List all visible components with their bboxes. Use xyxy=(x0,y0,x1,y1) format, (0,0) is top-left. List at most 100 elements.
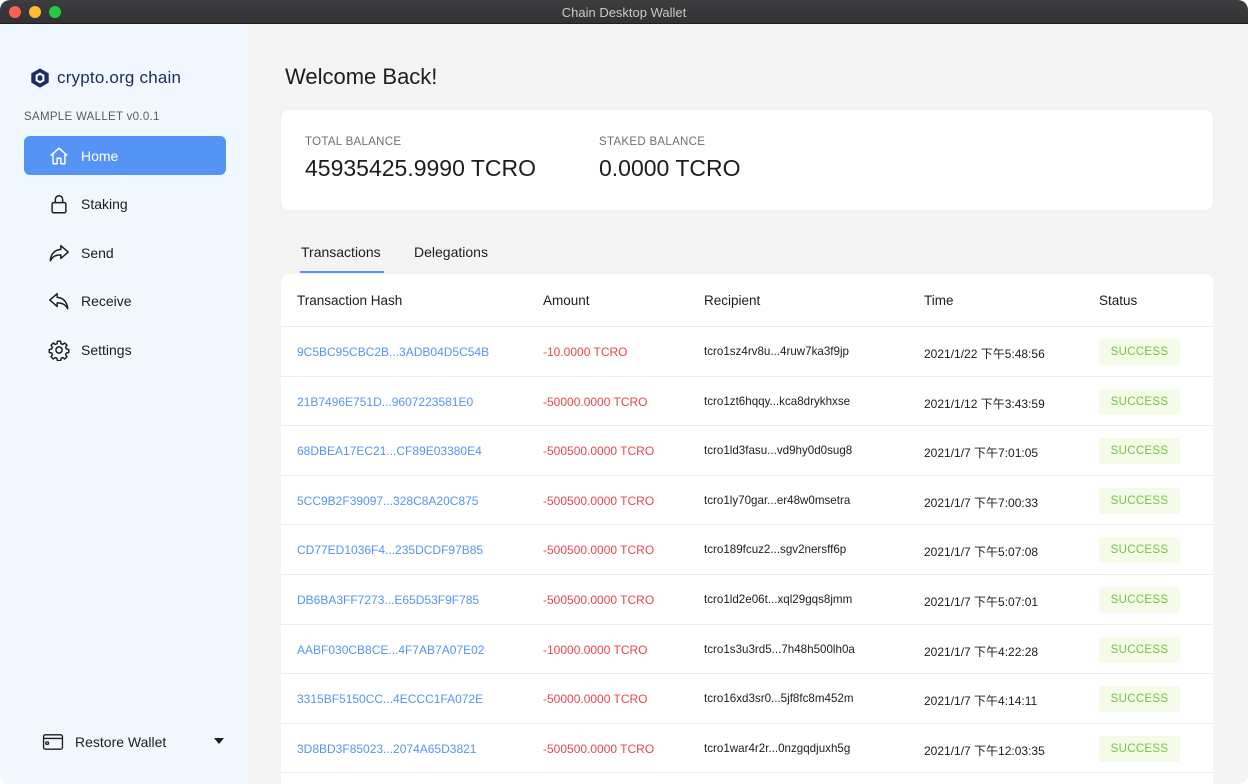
status-badge: SUCCESS xyxy=(1099,686,1180,713)
page-title: Welcome Back! xyxy=(285,64,438,89)
status-badge: SUCCESS xyxy=(1099,636,1180,663)
table-row[interactable]: CD77ED1036F4...235DCDF97B85 -500500.0000 … xyxy=(281,525,1213,575)
table-header: Transaction Hash Amount Recipient Time S… xyxy=(281,274,1213,327)
recipient-cell: tcro1s3u3rd5...7h48h500lh0a xyxy=(704,642,855,656)
column-header-recipient: Recipient xyxy=(704,293,761,308)
sidebar-item-label: Home xyxy=(81,147,119,164)
sidebar-nav: Home Staking Send Receive Settings xyxy=(24,136,226,379)
active-tab-indicator xyxy=(300,271,384,273)
column-header-amount: Amount xyxy=(543,293,590,308)
status-badge: SUCCESS xyxy=(1099,735,1180,762)
sidebar: crypto.org chain SAMPLE WALLET v0.0.1 Ho… xyxy=(0,24,247,784)
sidebar-item-label: Send xyxy=(81,244,114,261)
recipient-cell: tcro1ly70gar...er48w0msetra xyxy=(704,493,851,507)
table-row[interactable]: 3315BF5150CC...4ECCC1FA072E -50000.0000 T… xyxy=(281,674,1213,724)
sidebar-item-staking[interactable]: Staking xyxy=(24,185,226,224)
sidebar-item-label: Staking xyxy=(81,196,128,213)
recipient-cell: tcro1zt6hqqy...kca8drykhxse xyxy=(704,394,851,408)
sidebar-item-label: Receive xyxy=(81,293,132,310)
amount-cell: -500500.0000 TCRO xyxy=(543,543,655,558)
status-badge: SUCCESS xyxy=(1099,487,1180,514)
status-badge: SUCCESS xyxy=(1099,537,1180,564)
amount-cell: -50000.0000 TCRO xyxy=(543,692,648,707)
window-title: Chain Desktop Wallet xyxy=(561,5,687,20)
lock-icon xyxy=(48,193,70,215)
column-header-time: Time xyxy=(924,293,954,308)
transaction-hash-link[interactable]: DB6BA3FF7273...E65D53F9F785 xyxy=(297,593,479,607)
amount-cell: -10000.0000 TCRO xyxy=(543,642,648,657)
amount-cell: -10.0000 TCRO xyxy=(543,345,628,359)
restore-wallet-label: Restore Wallet xyxy=(75,734,167,750)
wallet-icon xyxy=(42,734,64,750)
status-badge: SUCCESS xyxy=(1099,339,1180,365)
recipient-cell: tcro1ld2e06t...xql29gqs8jmm xyxy=(704,593,853,606)
sidebar-item-home[interactable]: Home xyxy=(24,136,226,175)
recipient-cell: tcro1ld3fasu...vd9hy0d0sug8 xyxy=(704,444,853,458)
status-badge: SUCCESS xyxy=(1099,587,1180,613)
send-icon xyxy=(48,242,70,264)
table-row[interactable]: 3D8BD3F85023...2074A65D3821 -500500.0000 … xyxy=(281,724,1213,774)
recipient-cell: tcro189fcuz2...sgv2nersff6p xyxy=(704,543,847,557)
transaction-hash-link[interactable]: 9C5BC95CBC2B...3ADB04D5C54B xyxy=(297,345,489,359)
brand-logo: crypto.org chain xyxy=(29,66,181,90)
time-cell: 2021/1/7 下午7:01:05 xyxy=(924,446,1039,461)
recipient-cell: tcro1sz4rv8u...4ruw7ka3f9jp xyxy=(704,345,849,358)
table-row[interactable]: DB6BA3FF7273...E65D53F9F785 -500500.0000 … xyxy=(281,575,1213,625)
total-balance-value: 45935425.9990 TCRO xyxy=(305,155,537,181)
title-bar: Chain Desktop Wallet xyxy=(0,0,1248,24)
table-row[interactable]: AABF030CB8CE...4F7AB7A07E02 -10000.0000 T… xyxy=(281,625,1213,675)
status-badge: SUCCESS xyxy=(1099,388,1180,415)
total-balance-label: TOTAL BALANCE xyxy=(305,136,402,148)
transaction-hash-link[interactable]: 3315BF5150CC...4ECCC1FA072E xyxy=(297,692,483,706)
sidebar-item-settings[interactable]: Settings xyxy=(24,330,226,369)
amount-cell: -500500.0000 TCRO xyxy=(543,444,655,459)
time-cell: 2021/1/7 下午5:07:08 xyxy=(924,545,1039,560)
sidebar-item-receive[interactable]: Receive xyxy=(24,282,226,321)
staked-balance: STAKED BALANCE 0.0000 TCRO xyxy=(599,136,740,182)
amount-cell: -500500.0000 TCRO xyxy=(543,741,655,756)
time-cell: 2021/1/12 下午3:43:59 xyxy=(924,396,1045,411)
total-balance: TOTAL BALANCE 45935425.9990 TCRO xyxy=(305,136,536,182)
balance-card: TOTAL BALANCE 45935425.9990 TCRO STAKED … xyxy=(281,110,1213,210)
home-icon xyxy=(48,145,70,167)
transaction-hash-link[interactable]: 3D8BD3F85023...2074A65D3821 xyxy=(297,742,476,756)
staked-balance-value: 0.0000 TCRO xyxy=(599,155,741,181)
time-cell: 2021/1/7 下午4:14:11 xyxy=(924,694,1038,709)
table-row[interactable]: 21B7496E751D...9607223581E0 -50000.0000 T… xyxy=(281,377,1213,427)
amount-cell: -500500.0000 TCRO xyxy=(543,493,655,508)
restore-wallet-dropdown[interactable]: Restore Wallet xyxy=(42,730,230,754)
time-cell: 2021/1/7 下午4:22:28 xyxy=(924,644,1039,659)
main-content: Welcome Back! TOTAL BALANCE 45935425.999… xyxy=(247,24,1248,784)
column-header-status: Status xyxy=(1099,293,1138,308)
gear-icon xyxy=(48,339,70,361)
sidebar-item-label: Settings xyxy=(81,341,132,358)
table-row[interactable]: 5CC9B2F39097...328C8A20C875 -500500.0000 … xyxy=(281,476,1213,526)
amount-cell: -50000.0000 TCRO xyxy=(543,394,648,409)
wallet-version-label: SAMPLE WALLET v0.0.1 xyxy=(24,111,160,123)
crypto-org-logo-icon xyxy=(31,68,49,88)
transaction-hash-link[interactable]: 21B7496E751D...9607223581E0 xyxy=(297,395,473,409)
transaction-hash-link[interactable]: 5CC9B2F39097...328C8A20C875 xyxy=(297,494,478,508)
tab-delegations[interactable]: Delegations xyxy=(414,244,488,260)
staked-balance-label: STAKED BALANCE xyxy=(599,136,706,148)
recipient-cell: tcro16xd3sr0...5jf8fc8m452m xyxy=(704,692,854,706)
tab-transactions[interactable]: Transactions xyxy=(301,244,381,260)
transactions-table: Transaction Hash Amount Recipient Time S… xyxy=(281,274,1213,784)
caret-down-icon xyxy=(214,738,224,744)
app-window: Chain Desktop Wallet crypto.org chain SA… xyxy=(0,0,1248,784)
column-header-hash: Transaction Hash xyxy=(297,293,403,308)
status-badge: SUCCESS xyxy=(1099,438,1180,465)
transaction-hash-link[interactable]: AABF030CB8CE...4F7AB7A07E02 xyxy=(297,643,484,657)
time-cell: 2021/1/7 下午5:07:01 xyxy=(924,595,1039,609)
sidebar-item-send[interactable]: Send xyxy=(24,233,226,272)
brand-name: crypto.org chain xyxy=(57,68,182,87)
transaction-hash-link[interactable]: 68DBEA17EC21...CF89E03380E4 xyxy=(297,444,482,458)
recipient-cell: tcro1war4r2r...0nzgqdjuxh5g xyxy=(704,741,851,755)
table-row[interactable]: 68DBEA17EC21...CF89E03380E4 -500500.0000 … xyxy=(281,426,1213,476)
time-cell: 2021/1/7 下午7:00:33 xyxy=(924,495,1039,510)
transaction-hash-link[interactable]: CD77ED1036F4...235DCDF97B85 xyxy=(297,543,483,557)
table-row[interactable]: 9C5BC95CBC2B...3ADB04D5C54B -10.0000 TCRO… xyxy=(281,327,1213,377)
time-cell: 2021/1/7 下午12:03:35 xyxy=(924,743,1045,758)
time-cell: 2021/1/22 下午5:48:56 xyxy=(924,347,1045,361)
receive-icon xyxy=(48,290,70,312)
